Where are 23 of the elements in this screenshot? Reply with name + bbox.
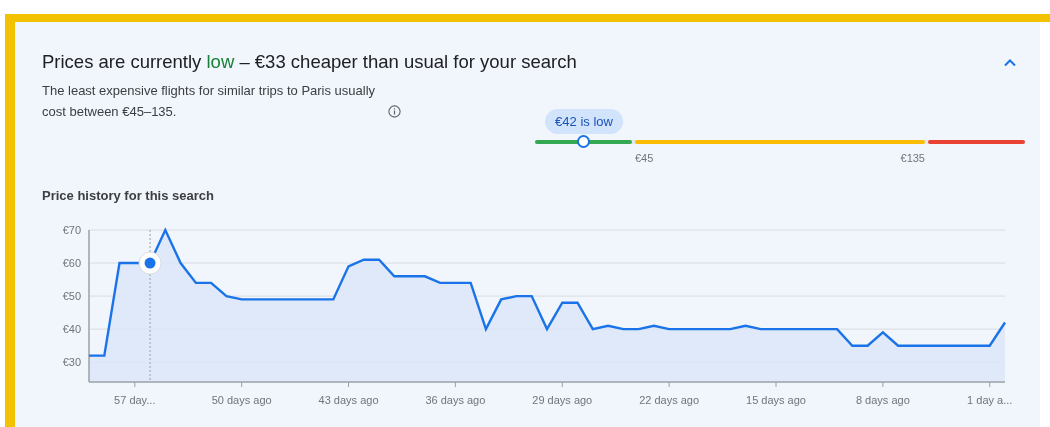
x-axis-label: 1 day a... <box>967 394 1013 406</box>
chart-title: Price history for this search <box>42 188 215 203</box>
x-axis-label: 43 days ago <box>318 394 379 406</box>
x-axis-label: 29 days ago <box>532 394 593 406</box>
range-label: €45 <box>635 152 654 164</box>
y-axis-label: €70 <box>62 224 81 236</box>
price-tooltip: €42 is low <box>545 109 623 134</box>
x-axis-label: 15 days ago <box>746 394 806 406</box>
x-axis-label: 50 days ago <box>211 394 272 406</box>
y-axis-label: €60 <box>62 257 81 270</box>
x-axis-label: 8 days ago <box>855 394 910 406</box>
info-icon[interactable] <box>388 105 401 118</box>
x-axis-label: 36 days ago <box>425 394 486 406</box>
y-axis-label: €50 <box>62 290 81 303</box>
y-axis-label: €40 <box>62 323 81 336</box>
price-range-description: The least expensive flights for similar trips to Paris usually cost between €45–135. <box>42 82 377 121</box>
x-axis-label: 22 days ago <box>639 394 700 406</box>
y-axis-label: €30 <box>62 356 81 369</box>
collapse-chevron-icon[interactable] <box>1003 57 1017 67</box>
price-status-heading: Prices are currently low – €33 cheaper than usual for your search <box>42 51 577 73</box>
x-axis-label: 57 day... <box>114 394 156 406</box>
hover-point[interactable] <box>138 251 162 275</box>
range-label: €135 <box>900 152 925 164</box>
